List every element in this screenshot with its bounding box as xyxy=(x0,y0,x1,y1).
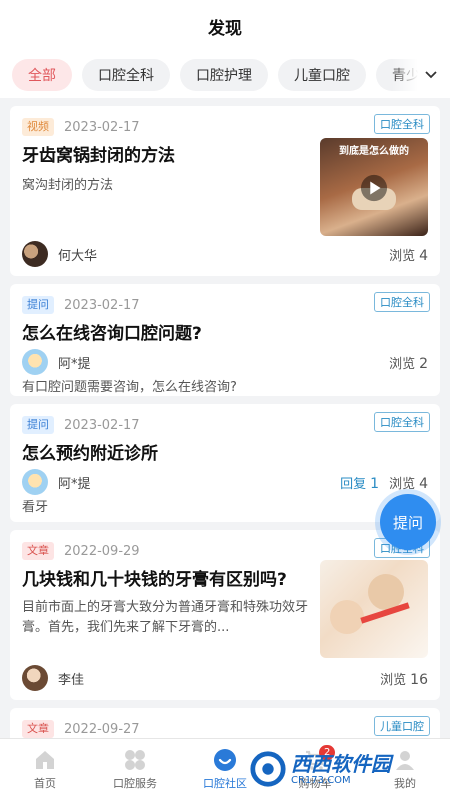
tab-label: 首页 xyxy=(34,777,56,790)
author-avatar[interactable] xyxy=(22,241,48,267)
views-count: 浏览 4 xyxy=(389,475,428,492)
watermark-site: CR173.COM xyxy=(291,774,351,786)
post-title: 怎么预约附近诊所 xyxy=(22,444,158,464)
video-thumbnail[interactable]: 到底是怎么做的 xyxy=(320,138,428,236)
post-date: 2023-02-17 xyxy=(64,119,140,135)
watermark-icon xyxy=(250,751,286,787)
chevron-down-icon xyxy=(425,71,437,79)
page-title: 发现 xyxy=(208,18,242,39)
post-type-tag: 提问 xyxy=(22,296,54,314)
ask-question-button[interactable]: 提问 xyxy=(380,494,436,550)
post-date: 2023-02-17 xyxy=(64,297,140,313)
views-count: 浏览 2 xyxy=(389,355,428,372)
post-date: 2022-09-27 xyxy=(64,721,140,737)
tab-dental-services[interactable]: 口腔服务 xyxy=(90,739,180,800)
post-category-badge: 儿童口腔 xyxy=(374,716,430,736)
post-description: 看牙 xyxy=(22,500,49,515)
post-card[interactable]: 视频 2023-02-17 口腔全科 牙齿窝锅封闭的方法 窝沟封闭的方法 到底是… xyxy=(10,106,440,276)
post-card[interactable]: 提问 2023-02-17 口腔全科 怎么在线咨询口腔问题? 阿*提 浏览 2 有… xyxy=(10,284,440,396)
post-category-badge: 口腔全科 xyxy=(374,292,430,312)
post-type-tag: 视频 xyxy=(22,118,54,136)
post-category-badge: 口腔全科 xyxy=(374,412,430,432)
post-description: 目前市面上的牙膏大致分为普通牙膏和特殊功效牙膏。首先，我们先来了解下牙膏的... xyxy=(22,600,309,635)
category-general[interactable]: 口腔全科 xyxy=(82,59,170,91)
post-description: 有口腔问题需要咨询，怎么在线咨询? xyxy=(22,380,237,395)
top-bar: 发现 xyxy=(0,0,450,52)
play-icon xyxy=(360,174,388,202)
post-date: 2023-02-17 xyxy=(64,417,140,433)
views-count: 浏览 16 xyxy=(380,671,428,688)
author-name[interactable]: 阿*提 xyxy=(58,353,389,372)
author-avatar[interactable] xyxy=(22,665,48,691)
post-type-tag: 文章 xyxy=(22,542,54,560)
author-avatar[interactable] xyxy=(22,469,48,495)
watermark-logo: 西西软件园 CR173.COM xyxy=(249,746,444,792)
author-name[interactable]: 李佳 xyxy=(58,669,380,688)
thumbnail-caption: 到底是怎么做的 xyxy=(339,146,409,157)
tab-label: 口腔服务 xyxy=(113,777,157,790)
post-card[interactable]: 文章 2022-09-29 口腔全科 几块钱和几十块钱的牙膏有区别吗? 目前市面… xyxy=(10,530,440,700)
home-icon xyxy=(36,751,54,769)
community-icon xyxy=(214,749,236,771)
watermark-brand: 西西软件园 xyxy=(291,751,391,776)
category-tabs: 全部 口腔全科 口腔护理 儿童口腔 青少 xyxy=(0,52,450,98)
category-children[interactable]: 儿童口腔 xyxy=(278,59,366,91)
expand-categories-button[interactable] xyxy=(392,52,450,98)
category-all[interactable]: 全部 xyxy=(12,59,72,91)
article-thumbnail[interactable] xyxy=(320,560,428,658)
tab-home[interactable]: 首页 xyxy=(0,739,90,800)
category-care[interactable]: 口腔护理 xyxy=(180,59,268,91)
replies-count: 回复 1 xyxy=(340,475,380,492)
views-count: 浏览 4 xyxy=(389,247,428,264)
post-type-tag: 提问 xyxy=(22,416,54,434)
post-category-badge: 口腔全科 xyxy=(374,114,430,134)
post-title: 几块钱和几十块钱的牙膏有区别吗? xyxy=(22,570,287,590)
post-feed: 视频 2023-02-17 口腔全科 牙齿窝锅封闭的方法 窝沟封闭的方法 到底是… xyxy=(0,98,450,768)
post-title: 怎么在线咨询口腔问题? xyxy=(22,324,202,344)
author-name[interactable]: 阿*提 xyxy=(58,473,340,492)
post-card[interactable]: 提问 2023-02-17 口腔全科 怎么预约附近诊所 阿*提 回复 1 浏览 4 … xyxy=(10,404,440,522)
author-name[interactable]: 何大华 xyxy=(58,245,389,264)
post-type-tag: 文章 xyxy=(22,720,54,738)
clover-icon xyxy=(125,750,145,770)
author-avatar[interactable] xyxy=(22,349,48,375)
tab-label: 口腔社区 xyxy=(203,777,247,790)
post-date: 2022-09-29 xyxy=(64,543,140,559)
